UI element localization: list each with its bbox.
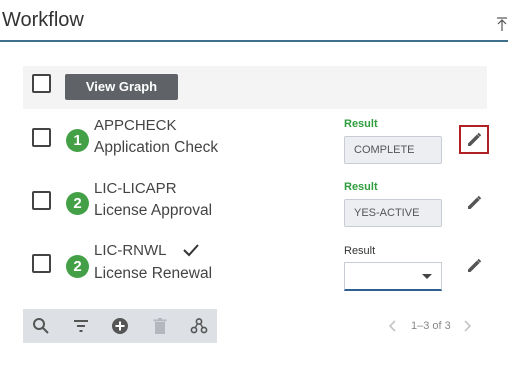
page-title: Workflow [2, 9, 84, 31]
collapse-icon[interactable] [496, 16, 508, 32]
row-checkbox[interactable] [32, 191, 51, 210]
chevron-left-icon[interactable] [386, 319, 398, 333]
check-icon [183, 244, 199, 257]
row-checkbox[interactable] [32, 128, 51, 147]
step-badge: 1 [66, 129, 89, 152]
task-description: License Approval [94, 202, 213, 219]
step-badge: 2 [66, 192, 89, 215]
result-label: Result [344, 245, 376, 257]
select-all-checkbox[interactable] [32, 74, 51, 93]
add-icon[interactable] [111, 317, 129, 335]
chevron-right-icon[interactable] [462, 319, 474, 333]
task-code: LIC-LICAPR [94, 180, 177, 197]
pager-range: 1–3 of 3 [411, 320, 451, 332]
result-select[interactable] [344, 262, 442, 291]
workflow-icon[interactable] [190, 317, 208, 335]
title-divider [0, 40, 508, 42]
chevron-down-icon [422, 274, 432, 279]
search-icon[interactable] [32, 317, 50, 335]
row-checkbox[interactable] [32, 254, 51, 273]
task-code: APPCHECK [94, 117, 177, 134]
delete-icon[interactable] [151, 317, 169, 335]
edit-icon[interactable] [465, 131, 483, 149]
result-field: COMPLETE [344, 136, 442, 164]
result-field: YES-ACTIVE [344, 199, 442, 227]
bottom-toolbar [23, 309, 217, 343]
edit-icon[interactable] [465, 194, 483, 212]
task-description: License Renewal [94, 265, 213, 282]
step-badge: 2 [66, 255, 89, 278]
result-label: Result [344, 118, 378, 130]
result-label: Result [344, 181, 378, 193]
view-graph-button[interactable]: View Graph [65, 74, 178, 100]
filter-icon[interactable] [72, 317, 90, 335]
edit-icon[interactable] [465, 257, 483, 275]
task-description: Application Check [94, 139, 219, 156]
task-code: LIC-RNWL [94, 242, 167, 259]
